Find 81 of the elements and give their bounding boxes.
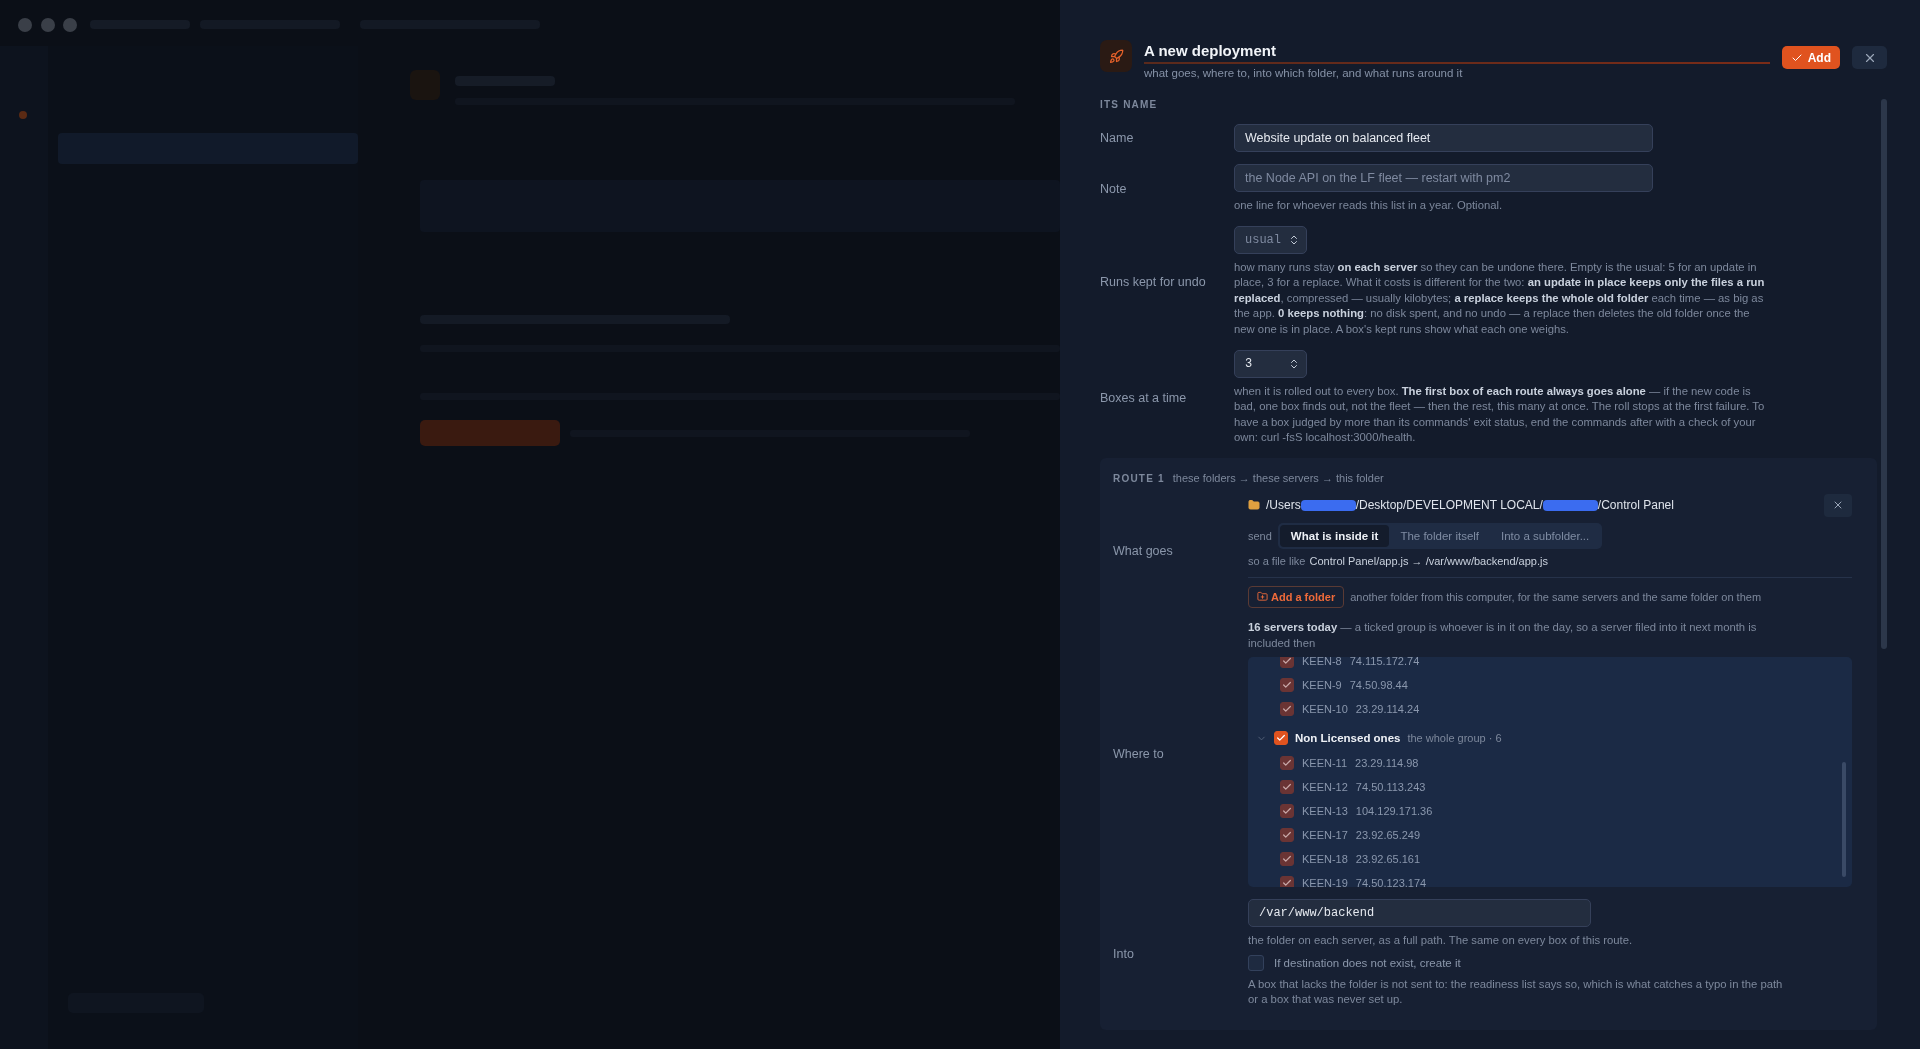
group-name: Non Licensed ones [1295,732,1401,745]
send-option-tab[interactable]: What is inside it [1279,524,1390,547]
check-icon [1282,854,1292,865]
server-name: KEEN-17 [1302,829,1348,842]
check-icon [1282,806,1292,817]
check-icon [1282,758,1292,769]
help-text: how many runs stay on each server so they can be undone there. Empty is the usual: 5 for an update in place, 3 for a replace. What it costs is different for the two: an update in place keeps only the files a run replaced, compressed — usually kilobytes; a replace keeps the whole old folder each time — as big as the app. 0 keeps nothing: no disk spent, and no undo — a replace then deletes the old folder once the new one is in place. A box's kept runs show what each one weighs. [1234,259,1766,337]
server-name: KEEN-8 [1302,657,1342,668]
checkbox[interactable] [1248,954,1264,971]
server-name: KEEN-9 [1302,679,1342,692]
number-field[interactable]: usual [1234,225,1307,254]
checkbox[interactable] [1280,756,1294,771]
checkbox[interactable] [1280,780,1294,795]
server-name: KEEN-12 [1302,781,1348,794]
send-option-tab[interactable]: The folder itself [1389,524,1491,547]
text-field[interactable]: Website update on balanced fleet [1234,124,1653,152]
panel-title: A new deployment [1144,42,1277,60]
folder-icon [1248,499,1260,512]
number-field[interactable]: 3 [1234,349,1307,378]
checkbox[interactable] [1280,876,1294,888]
checkbox[interactable] [1280,852,1294,867]
check-icon [1282,704,1292,715]
field-label: What goes [1113,543,1174,558]
stepper-icon[interactable] [1288,357,1300,370]
help-text: when it is rolled out to every box. The first box of each route always goes alone — if the new code is bad, one box finds out, not the fleet — then the rest, this many at once. The roll stops at the first failure. To have a box judged by more than its commands' exit status, end the commands after with a check of your own: curl -fsS localhost:3000/health. [1234,383,1766,446]
field-label: Note [1100,181,1128,196]
field-label: Runs kept for undo [1100,274,1207,289]
check-icon [1282,657,1292,667]
server-summary: 16 servers today — a ticked group is whoever is in it on the day, so a server filed into it next month is included then [1248,619,1758,651]
server-ip: 23.29.114.24 [1355,703,1420,716]
field-label: Name [1100,131,1135,145]
server-ip: 23.92.65.249 [1355,829,1421,842]
field-label: Into [1113,946,1135,961]
server-name: KEEN-18 [1302,853,1348,866]
checkbox[interactable] [1280,828,1294,843]
route-caption: these folders → these servers → this folder [1172,471,1384,484]
example-prefix: so a file like [1248,554,1306,567]
checkbox[interactable] [1280,678,1294,693]
server-ip: 74.50.113.243 [1355,781,1426,794]
folder-path: /Users /Desktop/DEVELOPMENT LOCAL/ /Control Panel [1266,498,1675,513]
panel-subtitle: what goes, where to, into which folder, and what runs around it [1144,67,1464,79]
rocket-icon [1100,40,1132,72]
checkbox[interactable] [1280,702,1294,717]
destination-field[interactable]: /var/www/backend [1248,899,1591,928]
server-name: KEEN-13 [1302,805,1348,818]
check-icon [1282,782,1292,793]
server-ip: 104.129.171.36 [1355,805,1433,818]
folder-plus-icon [1257,591,1268,603]
route-label: ROUTE 1 [1113,472,1165,484]
add-folder-note: another folder from this computer, for the same servers and the same folder on them [1350,590,1762,603]
server-name: KEEN-11 [1302,757,1348,770]
send-label: send [1248,529,1272,542]
checkbox[interactable] [1280,804,1294,819]
server-name: KEEN-19 [1302,877,1348,888]
field-label: Where to [1113,746,1165,761]
server-ip: 74.115.172.74 [1349,657,1420,668]
check-icon [1282,878,1292,888]
close-button[interactable] [1852,46,1887,69]
checkbox[interactable] [1280,657,1294,669]
server-ip: 74.50.123.174 [1355,877,1427,888]
add-folder-button[interactable]: Add a folder [1248,585,1345,608]
help-text: the folder on each server, as a full path. The same on every box of this route. [1248,933,1634,949]
server-name: KEEN-10 [1302,703,1348,716]
checkbox-label: If destination does not exist, create it [1274,956,1461,969]
stepper-icon[interactable] [1288,233,1300,246]
section-title: ITS NAME [1100,99,1159,110]
check-icon [1282,680,1292,691]
server-ip: 23.29.114.98 [1355,757,1419,770]
send-option-tab[interactable]: Into a subfolder... [1490,524,1601,547]
check-icon [1282,830,1292,841]
checkbox[interactable] [1274,731,1288,746]
check-icon [1276,733,1286,744]
text-field[interactable]: the Node API on the LF fleet — restart with pm2 [1234,164,1653,192]
help-text: one line for whoever reads this list in a year. Optional. [1234,198,1504,213]
add-button[interactable]: Add [1781,46,1840,69]
group-note: the whole group · 6 [1407,732,1502,745]
help-text: A box that lacks the folder is not sent to: the readiness list says so, which is what catches a typo in the path or a box that was never set up. [1248,976,1783,1008]
server-ip: 23.92.65.161 [1355,853,1421,866]
server-ip: 74.50.98.44 [1349,679,1408,692]
example-path: Control Panel/app.js → /var/www/backend/app.js [1309,554,1548,567]
field-label: Boxes at a time [1100,390,1188,405]
